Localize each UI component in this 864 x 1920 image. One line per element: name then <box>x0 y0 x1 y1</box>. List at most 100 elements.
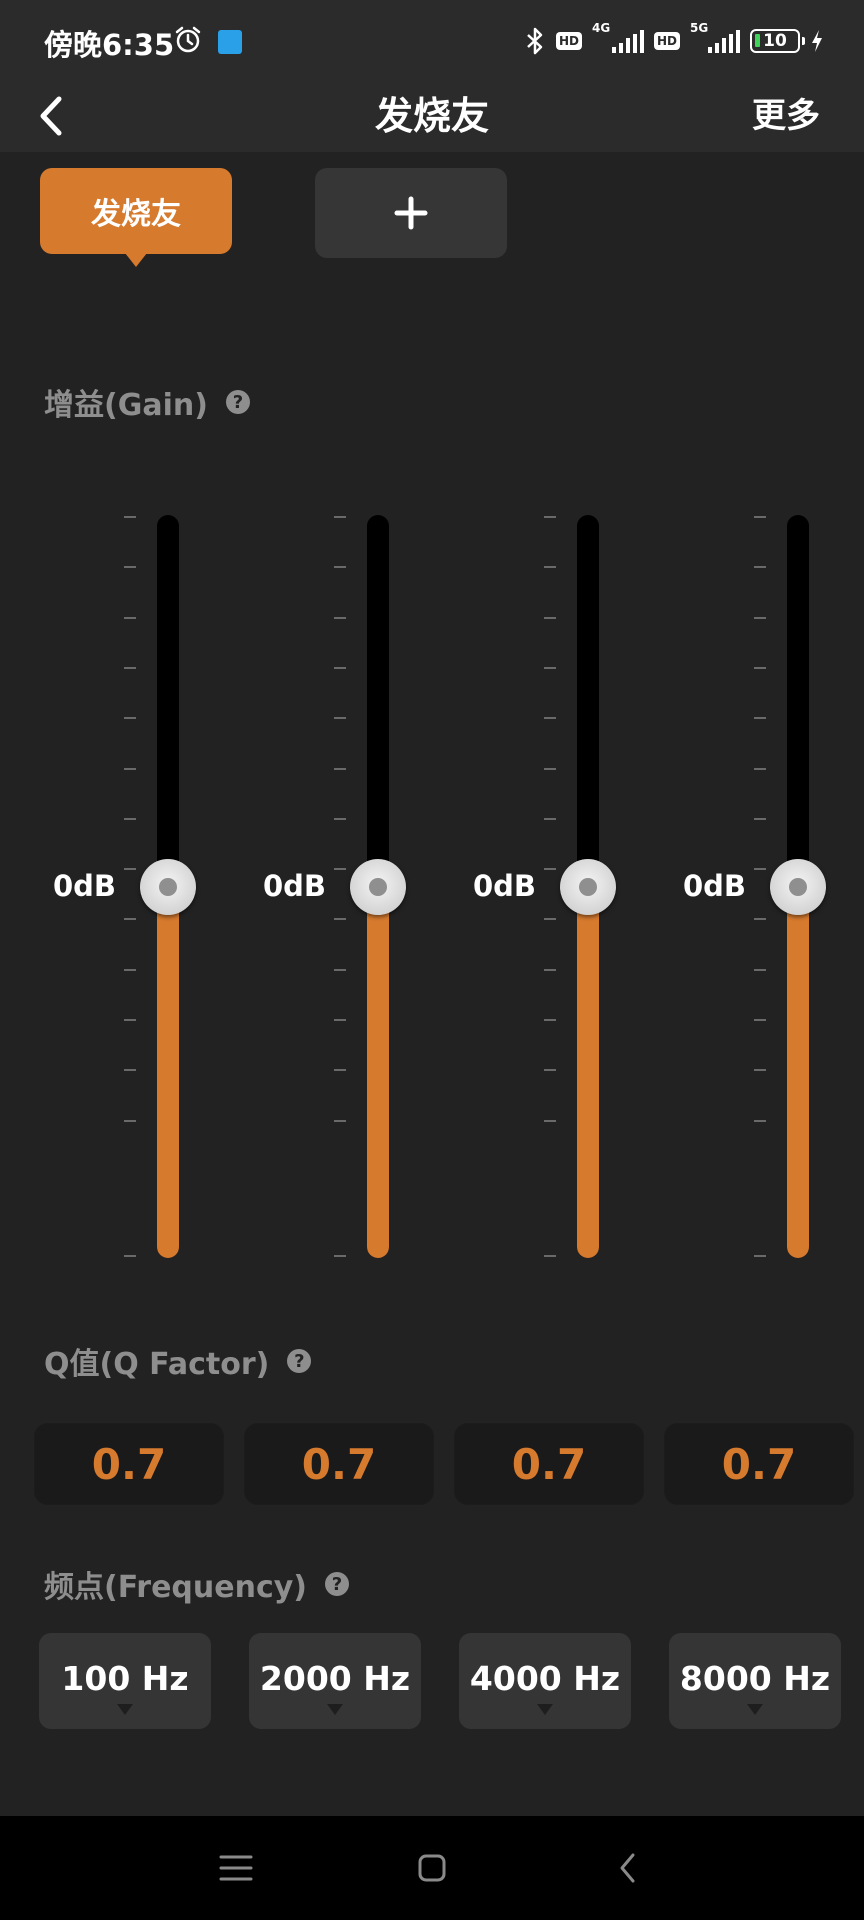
status-right: HD 4G HD 5G 10 <box>524 21 824 56</box>
frequency-label: 频点(Frequency) <box>44 1570 308 1605</box>
gain-slider-band-4[interactable]: 0dB <box>662 510 864 1260</box>
slider-tick <box>124 1119 136 1122</box>
q-value-input-2[interactable]: 0.7 <box>244 1423 434 1505</box>
question-circle-icon[interactable]: ? <box>287 1349 312 1373</box>
q-factor-section-label: Q值(Q Factor) ? <box>44 1339 312 1383</box>
slider-tick <box>124 1255 136 1257</box>
page-title: 发烧友 <box>374 94 489 138</box>
home-square-icon[interactable] <box>410 1846 454 1890</box>
slider-tick <box>334 616 346 619</box>
slider-tick <box>124 1019 136 1021</box>
slider-tick <box>334 666 346 669</box>
add-preset-button[interactable] <box>315 168 507 258</box>
status-bar: 傍晚6:35 HD 4G HD 5G 10 <box>0 0 864 80</box>
slider-tick <box>334 1069 346 1072</box>
slider-tick <box>754 717 766 720</box>
slider-tick <box>754 968 766 971</box>
slider-tick <box>124 717 136 720</box>
charging-icon <box>812 30 822 52</box>
slider-tick <box>544 767 556 770</box>
caret-down-icon <box>537 1704 553 1715</box>
slider-tick <box>124 817 136 820</box>
hd-badge: HD <box>555 32 582 50</box>
gain-slider-band-3[interactable]: 0dB <box>452 510 662 1260</box>
slider-tick <box>124 868 136 871</box>
slider-tick <box>754 918 766 921</box>
slider-thumb[interactable] <box>140 858 196 915</box>
slider-thumb[interactable] <box>560 858 616 915</box>
slider-tick <box>124 767 136 770</box>
slider-tick <box>544 1119 556 1122</box>
battery-icon: 10 <box>750 29 805 53</box>
q-value-input-1[interactable]: 0.7 <box>34 1423 224 1505</box>
slider-tick <box>124 516 136 518</box>
slider-tick <box>334 968 346 971</box>
q-value-input-3[interactable]: 0.7 <box>454 1423 644 1505</box>
slider-tick <box>754 566 766 569</box>
q-value: 0.7 <box>301 1439 377 1489</box>
slider-thumb[interactable] <box>350 858 406 915</box>
caret-down-icon <box>747 1704 763 1715</box>
plus-icon <box>394 196 428 230</box>
gain-value-label: 0dB <box>682 868 746 903</box>
slider-tick <box>544 1255 556 1257</box>
slider-tick <box>754 666 766 669</box>
more-button[interactable]: 更多 <box>752 88 820 144</box>
frequency-select-1[interactable]: 100 Hz <box>39 1633 211 1729</box>
hd-badge: HD <box>653 32 680 50</box>
frequency-select-4[interactable]: 8000 Hz <box>669 1633 841 1729</box>
slider-tick <box>544 1069 556 1072</box>
signal-icon: 4G <box>592 21 644 53</box>
slider-tick <box>334 566 346 569</box>
frequency-value: 100 Hz <box>61 1658 189 1698</box>
alarm-icon <box>175 26 201 53</box>
frequency-select-3[interactable]: 4000 Hz <box>459 1633 631 1729</box>
slider-tick <box>544 918 556 921</box>
slider-tick <box>124 1069 136 1072</box>
slider-tick <box>544 968 556 971</box>
bluetooth-icon <box>527 27 543 55</box>
slider-tick <box>334 767 346 770</box>
slider-thumb[interactable] <box>770 858 826 915</box>
slider-tick <box>334 868 346 871</box>
gain-label: 增益(Gain) <box>44 388 208 423</box>
slider-tick <box>754 767 766 770</box>
slider-fill <box>367 886 389 1258</box>
gain-slider-band-2[interactable]: 0dB <box>242 510 452 1260</box>
slider-fill <box>577 886 599 1258</box>
gain-value-label: 0dB <box>52 868 116 903</box>
slider-tick <box>544 516 556 518</box>
q-value-input-4[interactable]: 0.7 <box>664 1423 854 1505</box>
slider-tick <box>544 1019 556 1021</box>
battery-level: 10 <box>763 31 787 51</box>
frequency-select-2[interactable]: 2000 Hz <box>249 1633 421 1729</box>
slider-tick <box>334 1019 346 1021</box>
question-circle-icon[interactable]: ? <box>325 1572 350 1596</box>
slider-tick <box>334 717 346 720</box>
menu-icon[interactable] <box>214 1846 258 1890</box>
gain-value-label: 0dB <box>262 868 326 903</box>
signal-icon: 5G <box>690 21 740 53</box>
q-value: 0.7 <box>511 1439 587 1489</box>
slider-tick <box>124 666 136 669</box>
slider-tick <box>544 666 556 669</box>
preset-pointer <box>125 253 147 267</box>
preset-tab-active[interactable]: 发烧友 <box>40 168 232 254</box>
slider-tick <box>544 566 556 569</box>
app-header: 发烧友 更多 <box>0 80 864 152</box>
slider-tick <box>544 717 556 720</box>
slider-fill <box>157 886 179 1258</box>
slider-tick <box>334 918 346 921</box>
slider-tick <box>754 1069 766 1072</box>
back-triangle-icon[interactable] <box>606 1846 650 1890</box>
gain-slider-band-1[interactable]: 0dB <box>32 510 242 1260</box>
system-nav-bar <box>0 1816 864 1920</box>
question-circle-icon[interactable]: ? <box>225 390 250 414</box>
q-value: 0.7 <box>91 1439 167 1489</box>
status-time: 傍晚6:35 <box>44 28 175 62</box>
frequency-value: 4000 Hz <box>469 1658 621 1698</box>
gain-value-label: 0dB <box>472 868 536 903</box>
slider-tick <box>754 516 766 518</box>
slider-tick <box>334 516 346 518</box>
slider-tick <box>124 566 136 569</box>
